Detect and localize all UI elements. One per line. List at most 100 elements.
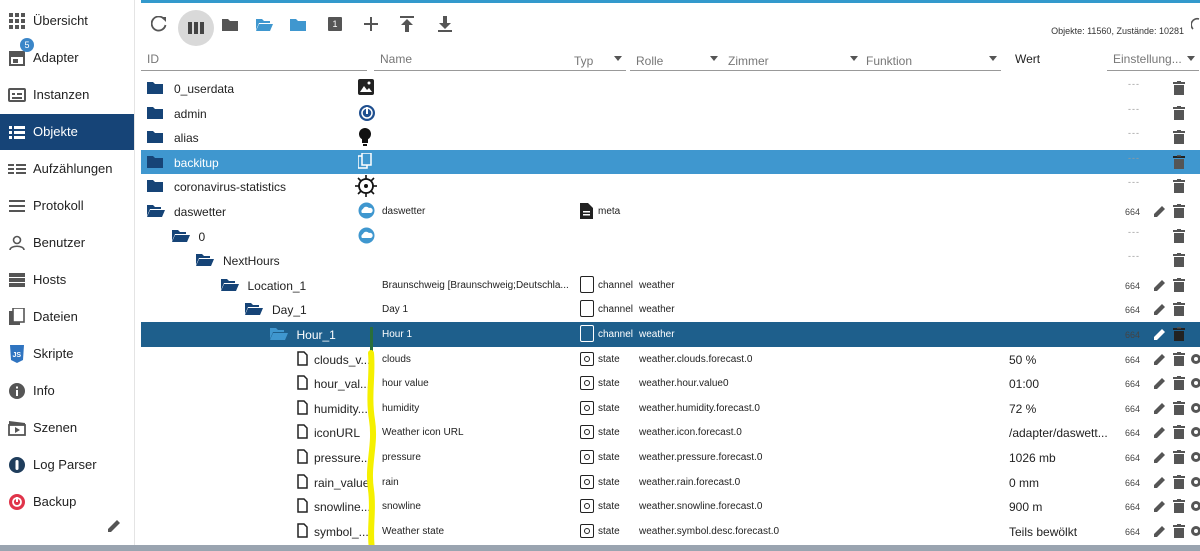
delete-icon[interactable] — [1173, 425, 1187, 440]
table-row[interactable]: rain_value rain state weather.rain.forecast… — [141, 470, 1200, 495]
delete-icon[interactable] — [1173, 154, 1187, 169]
object-permissions[interactable]: 664 — [1125, 355, 1140, 365]
edit-icon[interactable] — [1153, 204, 1167, 218]
object-permissions[interactable]: 664 — [1125, 428, 1140, 438]
settings-gear-icon[interactable] — [1189, 524, 1200, 538]
table-row[interactable]: clouds_v... clouds state weather.clouds.for… — [141, 347, 1200, 372]
object-permissions[interactable]: 664 — [1125, 330, 1140, 340]
sidebar-item-instanzen[interactable]: Instanzen — [0, 77, 134, 113]
object-value[interactable]: 01:00 — [1009, 377, 1039, 391]
folder-open-icon[interactable] — [171, 229, 190, 242]
edit-icon[interactable] — [1153, 524, 1167, 538]
sidebar-item-objekte[interactable]: Objekte — [0, 114, 134, 150]
table-row[interactable]: 0 --- — [141, 224, 1200, 249]
settings-gear-icon[interactable] — [1189, 450, 1200, 464]
folder-open-icon[interactable] — [269, 327, 288, 340]
table-row[interactable]: symbol_... Weather state state weather.symb… — [141, 519, 1200, 544]
table-row[interactable]: daswetter daswetter meta 664 — [141, 199, 1200, 224]
folder-icon[interactable] — [147, 155, 163, 168]
object-permissions[interactable]: 664 — [1125, 305, 1140, 315]
edit-icon[interactable] — [1153, 376, 1167, 390]
object-value[interactable]: 1026 mb — [1009, 451, 1056, 465]
object-value[interactable]: Teils bewölkt — [1009, 525, 1077, 539]
delete-icon[interactable] — [1173, 81, 1187, 95]
folder-open-icon[interactable] — [245, 302, 263, 316]
edit-icon[interactable] — [1153, 352, 1167, 366]
delete-icon[interactable] — [1173, 523, 1187, 538]
upload-icon[interactable] — [397, 14, 417, 34]
edit-icon[interactable] — [1153, 425, 1167, 439]
sidebar-item-info[interactable]: Info — [0, 373, 134, 409]
table-row[interactable]: snowline... snowline state weather.snowline… — [141, 494, 1200, 519]
function-filter[interactable]: Funktion — [860, 50, 1001, 71]
folder-icon[interactable] — [147, 81, 163, 94]
object-value[interactable]: 0 mm — [1009, 476, 1039, 490]
role-filter[interactable]: Rolle — [630, 50, 722, 71]
delete-icon[interactable] — [1173, 228, 1187, 243]
table-row[interactable]: NextHours --- — [141, 248, 1200, 273]
folder-icon[interactable] — [147, 106, 163, 119]
name-filter[interactable]: Name — [374, 50, 568, 71]
folder-icon[interactable] — [147, 130, 163, 144]
object-permissions[interactable]: 664 — [1125, 478, 1140, 488]
object-value[interactable]: /adapter/daswett... — [1009, 426, 1108, 440]
refresh-corner-icon[interactable] — [1190, 17, 1200, 34]
delete-icon[interactable] — [1173, 327, 1187, 341]
delete-icon[interactable] — [1173, 277, 1187, 292]
delete-icon[interactable] — [1173, 179, 1187, 194]
object-permissions[interactable]: 664 — [1125, 453, 1140, 463]
settings-gear-icon[interactable] — [1189, 352, 1200, 366]
delete-icon[interactable] — [1173, 474, 1187, 489]
delete-icon[interactable] — [1173, 302, 1187, 317]
delete-icon[interactable] — [1173, 204, 1187, 218]
delete-icon[interactable] — [1173, 130, 1187, 145]
edit-icon[interactable] — [1153, 401, 1167, 415]
id-filter[interactable]: ID — [141, 50, 367, 71]
object-value[interactable]: 50 % — [1009, 353, 1036, 367]
edit-icon[interactable] — [1153, 278, 1167, 292]
sidebar-item-protokoll[interactable]: Protokoll — [0, 188, 134, 224]
object-permissions[interactable]: 664 — [1125, 281, 1140, 291]
sidebar-item-uebersicht[interactable]: Übersicht — [0, 3, 134, 39]
folder-icon[interactable] — [147, 179, 163, 193]
edit-icon[interactable] — [1153, 499, 1167, 513]
object-permissions[interactable]: 664 — [1125, 527, 1140, 537]
table-row[interactable]: coronavirus-statistics --- — [141, 174, 1200, 199]
settings-gear-icon[interactable] — [1189, 425, 1200, 439]
sidebar-item-dateien[interactable]: Dateien — [0, 299, 134, 335]
settings-gear-icon[interactable] — [1189, 401, 1200, 415]
table-row[interactable]: 0_userdata --- — [141, 76, 1200, 101]
expand-level-button[interactable]: 1 — [325, 14, 345, 34]
delete-icon[interactable] — [1173, 105, 1187, 120]
settings-gear-icon[interactable] — [1189, 499, 1200, 513]
type-filter[interactable]: Typ — [568, 50, 626, 71]
folder-open-icon[interactable] — [254, 14, 274, 34]
object-value[interactable]: 900 m — [1009, 500, 1042, 514]
refresh-icon[interactable] — [149, 14, 169, 34]
table-row[interactable]: Location_1 Braunschweig [Braunschweig;Deu… — [141, 273, 1200, 298]
table-row[interactable]: Hour_1 Hour 1 channel weather 664 — [141, 322, 1200, 347]
folder-open-icon[interactable] — [220, 278, 239, 291]
sidebar-item-logparser[interactable]: Log Parser — [0, 447, 134, 483]
table-row[interactable]: Day_1 Day 1 channel weather 664 — [141, 297, 1200, 322]
add-icon[interactable] — [361, 14, 381, 34]
delete-icon[interactable] — [1173, 400, 1187, 415]
object-permissions[interactable]: 664 — [1125, 502, 1140, 512]
object-permissions[interactable]: 664 — [1125, 207, 1140, 217]
table-row[interactable]: hour_val... hour value state weather.hour.v… — [141, 371, 1200, 396]
object-permissions[interactable]: 664 — [1125, 404, 1140, 414]
table-row[interactable]: backitup --- — [141, 149, 1200, 175]
sidebar-item-skripte[interactable]: JS Skripte — [0, 336, 134, 372]
object-permissions[interactable]: 664 — [1125, 379, 1140, 389]
delete-icon[interactable] — [1173, 351, 1187, 366]
settings-gear-icon[interactable] — [1189, 475, 1200, 489]
settings-filter[interactable]: Einstellung... — [1107, 50, 1199, 71]
table-row[interactable]: pressure... pressure state weather.pressure… — [141, 445, 1200, 470]
folder-collapse-icon[interactable] — [220, 14, 240, 34]
sidebar-item-adapter[interactable]: 5 Adapter — [0, 38, 134, 76]
delete-icon[interactable] — [1173, 450, 1187, 464]
folder-open-icon[interactable] — [147, 204, 165, 217]
edit-icon[interactable] — [1153, 475, 1167, 489]
edit-menu-icon[interactable] — [106, 518, 124, 536]
edit-icon[interactable] — [1153, 302, 1167, 316]
